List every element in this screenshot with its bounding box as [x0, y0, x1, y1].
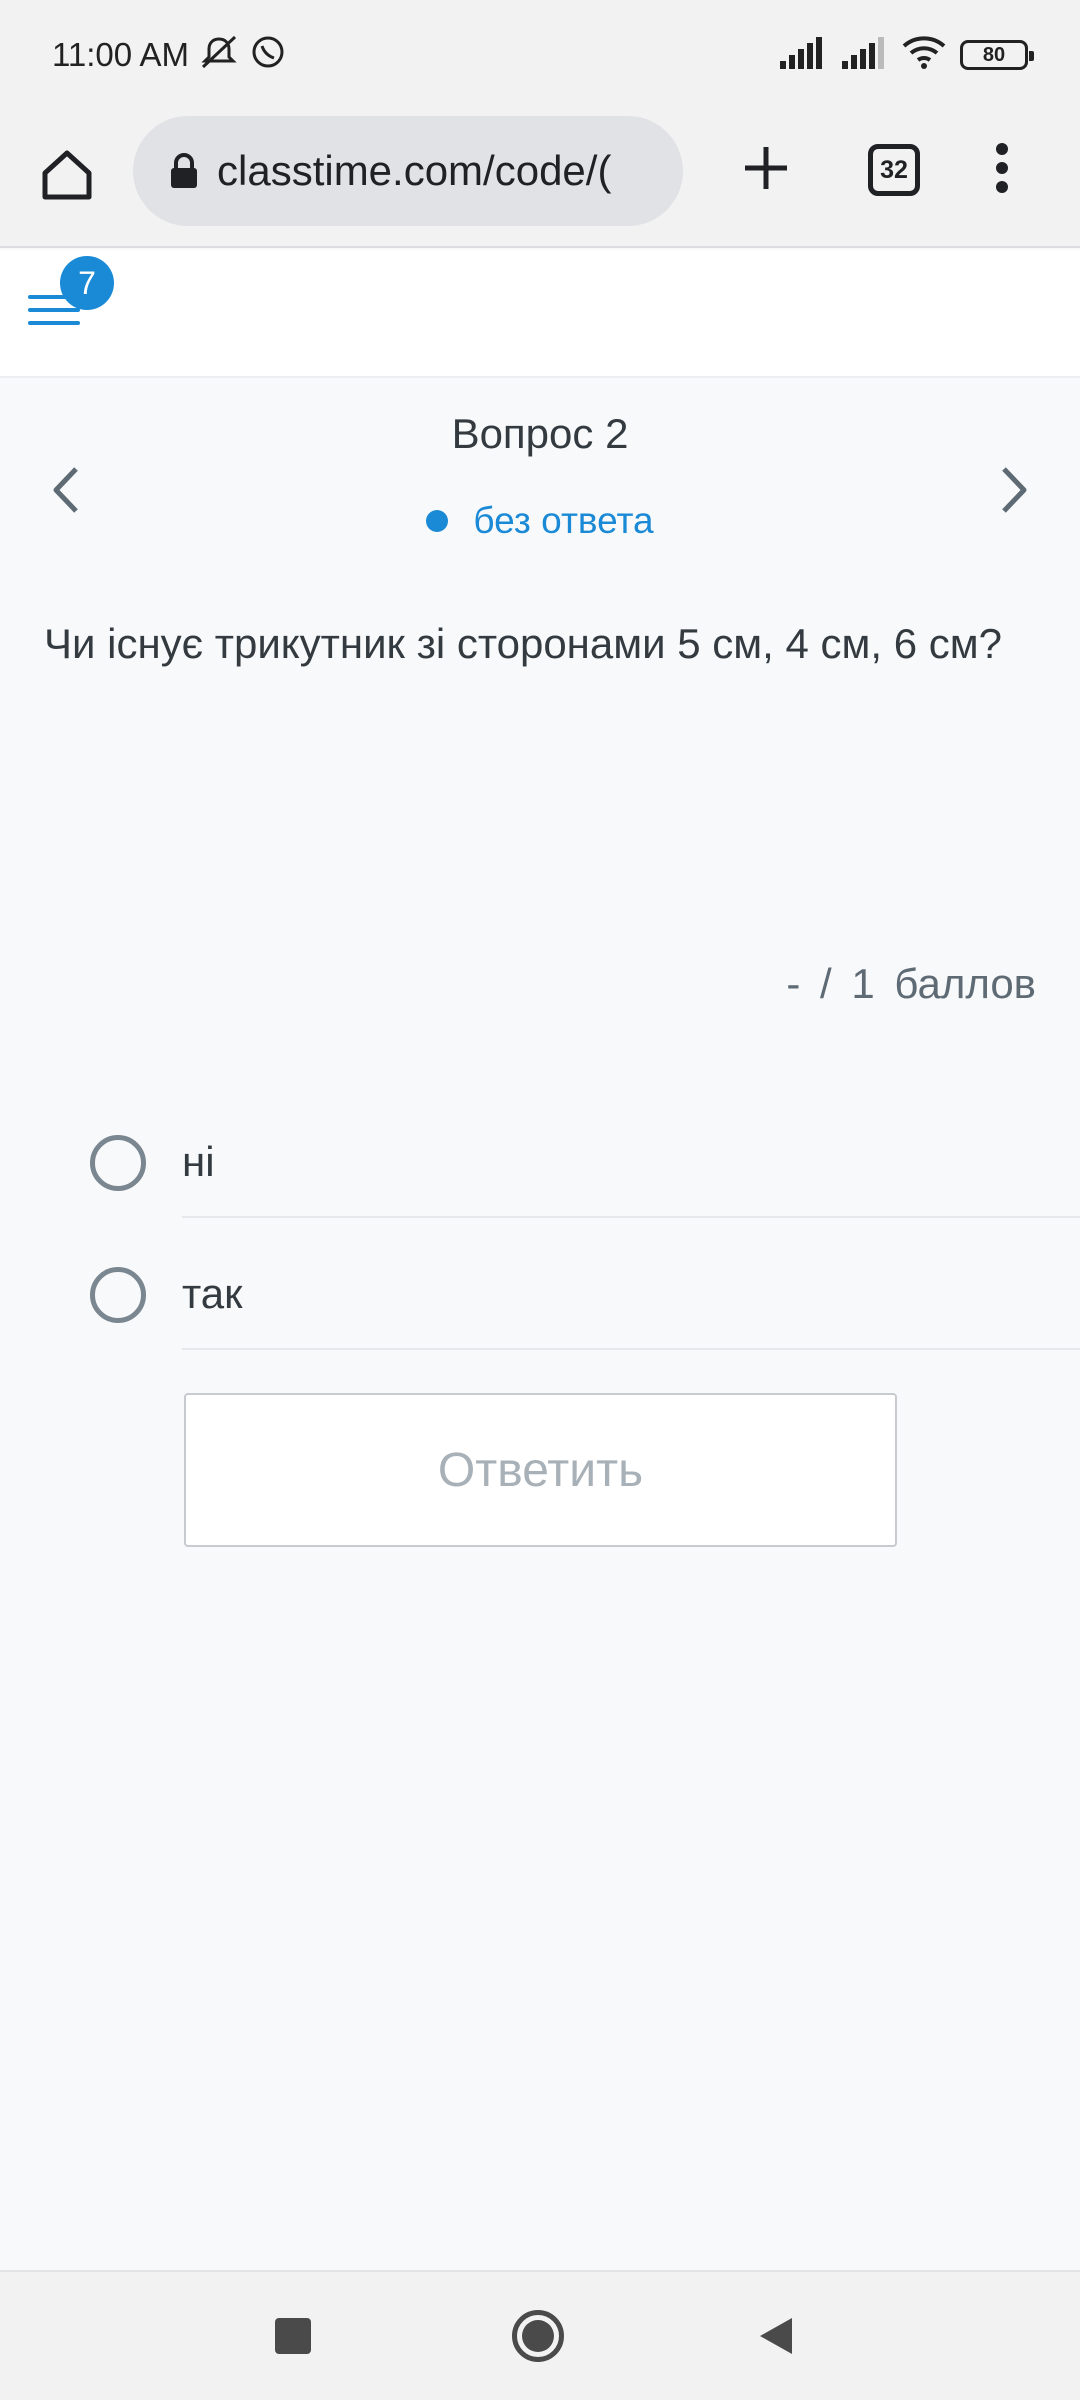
- answer-option[interactable]: ні: [90, 1108, 1080, 1218]
- home-button[interactable]: [32, 140, 102, 210]
- answer-status: без ответа: [0, 500, 1080, 542]
- url-text: classtime.com/code/(: [217, 147, 612, 194]
- browser-toolbar: classtime.com/code/( 32: [0, 110, 1080, 248]
- back-icon[interactable]: [758, 2316, 794, 2356]
- question-text: Чи існує трикутник зі сторонами 5 см, 4 …: [44, 620, 1002, 667]
- signal-icon: [840, 36, 888, 74]
- system-nav-bar: [0, 2270, 1080, 2400]
- radio-button[interactable]: [90, 1267, 146, 1323]
- home-circle-icon[interactable]: [512, 2310, 564, 2362]
- new-tab-button[interactable]: [730, 132, 802, 204]
- app-header: 7: [0, 250, 1080, 378]
- tab-switcher-button[interactable]: 32: [868, 144, 920, 196]
- mute-icon: [199, 35, 239, 76]
- recent-apps-icon[interactable]: [275, 2318, 311, 2354]
- submit-button[interactable]: Ответить: [184, 1393, 897, 1547]
- address-bar[interactable]: classtime.com/code/(: [133, 116, 683, 226]
- notification-badge: 7: [60, 256, 114, 310]
- plus-icon: [745, 147, 787, 189]
- status-bar: 11:00 AM 80: [0, 0, 1080, 110]
- viber-icon: [249, 34, 287, 77]
- wifi-icon: [902, 35, 946, 75]
- battery-icon: 80: [960, 40, 1034, 70]
- answer-option[interactable]: так: [90, 1240, 1080, 1350]
- home-icon: [42, 150, 92, 200]
- option-label[interactable]: ні: [182, 1108, 1080, 1218]
- more-vert-icon: [996, 143, 1008, 193]
- signal-icon: [778, 36, 826, 74]
- lock-icon: [171, 153, 197, 188]
- radio-button[interactable]: [90, 1135, 146, 1191]
- question-title: Вопрос 2: [451, 410, 629, 457]
- status-time: 11:00 AM: [52, 36, 189, 73]
- answer-status-label: без ответа: [473, 500, 654, 541]
- status-dot: [426, 510, 449, 532]
- option-label[interactable]: так: [182, 1240, 1080, 1350]
- score-label: - / 1 баллов: [786, 960, 1036, 1007]
- browser-menu-button[interactable]: [982, 132, 1022, 204]
